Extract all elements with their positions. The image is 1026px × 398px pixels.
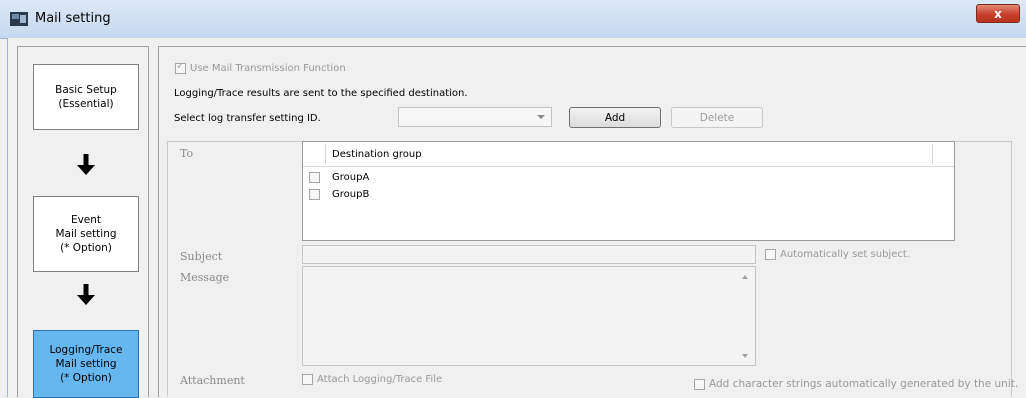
- subject-input[interactable]: [302, 245, 756, 264]
- message-textarea[interactable]: [302, 266, 756, 366]
- auto-subject-checkbox[interactable]: [765, 249, 776, 260]
- delete-button[interactable]: Delete: [671, 107, 763, 128]
- attach-file-label: Attach Logging/Trace File: [317, 374, 443, 385]
- scroll-down-icon[interactable]: [742, 354, 748, 358]
- group-b-checkbox[interactable]: [309, 189, 320, 200]
- nav-logging-trace-mail[interactable]: Logging/Trace Mail setting (* Option): [33, 330, 139, 398]
- scroll-up-icon[interactable]: [742, 275, 748, 279]
- chevron-down-icon: [537, 115, 545, 119]
- down-arrow-icon: [77, 154, 95, 175]
- group-a-label: GroupA: [332, 172, 370, 183]
- nav-event-mail[interactable]: Event Mail setting (* Option): [33, 196, 139, 272]
- nav-basic-setup[interactable]: Basic Setup (Essential): [33, 64, 139, 130]
- to-label: To: [180, 147, 194, 160]
- column-divider: [325, 144, 326, 164]
- attach-file-checkbox[interactable]: [302, 374, 313, 385]
- window-title: Mail setting: [35, 11, 111, 26]
- auto-string-label: Add character strings automatically gene…: [709, 378, 1019, 390]
- attachment-label: Attachment: [180, 374, 245, 387]
- use-mail-label: Use Mail Transmission Function: [190, 63, 346, 74]
- add-button[interactable]: Add: [569, 107, 661, 128]
- destination-group-header: Destination group: [332, 149, 422, 160]
- close-icon: x: [994, 7, 1002, 21]
- auto-subject-label: Automatically set subject.: [780, 249, 910, 260]
- destination-table[interactable]: Destination group GroupA GroupB: [302, 141, 955, 241]
- setting-id-dropdown[interactable]: [398, 107, 552, 127]
- title-bar: Mail setting x: [0, 0, 1026, 39]
- column-divider: [932, 144, 933, 164]
- down-arrow-icon: [77, 284, 95, 305]
- group-a-checkbox[interactable]: [309, 172, 320, 183]
- close-button[interactable]: x: [976, 4, 1020, 23]
- auto-string-checkbox[interactable]: [694, 379, 705, 390]
- subject-label: Subject: [180, 250, 223, 263]
- app-icon: [10, 12, 28, 26]
- table-header: Destination group: [303, 142, 954, 167]
- description-text: Logging/Trace results are sent to the sp…: [174, 88, 468, 99]
- message-label: Message: [180, 271, 230, 284]
- select-id-label: Select log transfer setting ID.: [174, 113, 321, 124]
- group-b-label: GroupB: [332, 189, 370, 200]
- nav-panel: Basic Setup (Essential) Event Mail setti…: [17, 46, 149, 398]
- use-mail-checkbox[interactable]: [175, 61, 186, 74]
